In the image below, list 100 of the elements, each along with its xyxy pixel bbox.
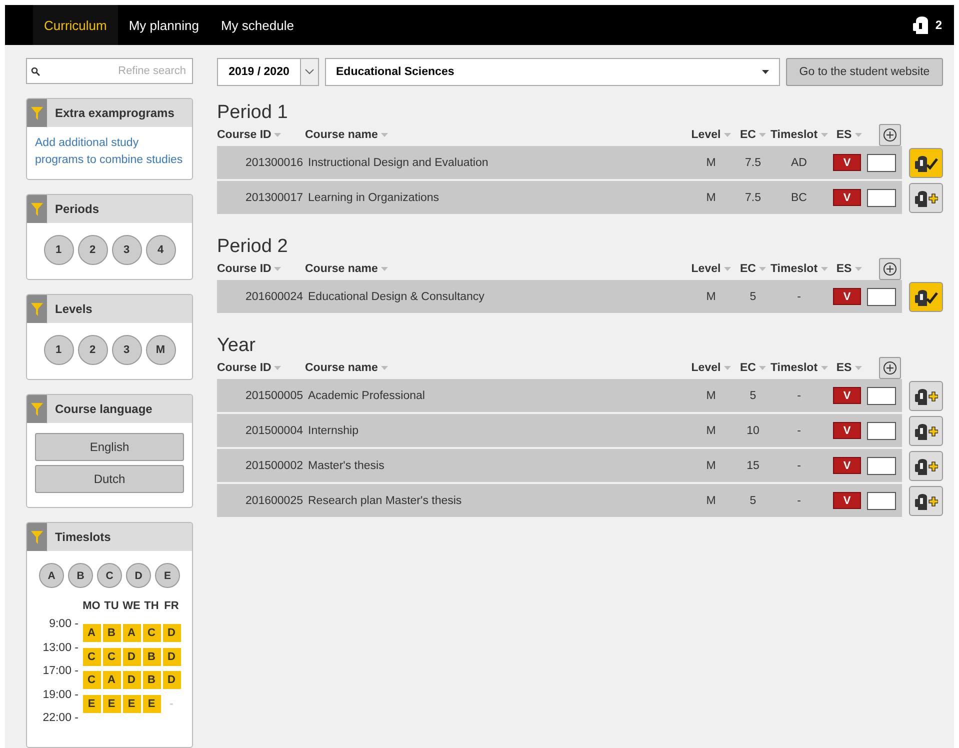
program-select[interactable]: Educational Sciences <box>325 58 780 86</box>
filter-option[interactable]: 3 <box>112 335 142 365</box>
timeslot-cell: D <box>162 624 180 642</box>
column-header[interactable]: EC <box>740 263 756 275</box>
column-header[interactable]: Timeslot <box>770 263 818 275</box>
plan-button[interactable] <box>909 182 943 212</box>
nav-tab[interactable]: My schedule <box>210 5 305 45</box>
column-header[interactable]: ES <box>836 129 852 141</box>
column-header[interactable]: Timeslot <box>770 362 818 374</box>
column-header[interactable]: Course ID <box>217 129 272 141</box>
course-level: M <box>705 290 717 302</box>
column-header[interactable]: EC <box>740 362 756 374</box>
filter-option[interactable]: C <box>97 563 122 588</box>
filter-option[interactable]: 2 <box>78 335 108 365</box>
student-website-button[interactable]: Go to the student website <box>786 58 943 86</box>
filter-option[interactable]: 2 <box>78 235 108 265</box>
filter-option[interactable]: M <box>146 335 176 365</box>
nav-tab[interactable]: My planning <box>118 5 210 45</box>
timeslot-cell: B <box>142 671 160 689</box>
checkbox[interactable] <box>867 188 896 206</box>
course-timeslot: BC <box>790 192 808 204</box>
day-label: TU <box>103 600 120 612</box>
add-column-button[interactable] <box>879 258 901 280</box>
column-header[interactable]: EC <box>740 129 756 141</box>
search-field[interactable]: Refine search <box>26 58 193 84</box>
course-id: 201600024 <box>244 290 303 302</box>
course-ec: 5 <box>748 390 758 402</box>
course-level: M <box>705 460 717 472</box>
plan-button[interactable] <box>909 148 943 178</box>
column-header[interactable]: Course name <box>305 129 378 141</box>
language-button[interactable]: Dutch <box>35 465 184 493</box>
add-column-button[interactable] <box>879 357 901 379</box>
course-row[interactable]: 201500002 Master's thesis M 15 - V <box>217 449 902 482</box>
checkbox[interactable] <box>867 492 896 510</box>
course-row[interactable]: 201300016 Instructional Design and Evaluation M 7.5 AD V <box>217 146 902 179</box>
course-level: M <box>705 192 717 204</box>
course-id: 201500004 <box>244 424 303 436</box>
course-level: M <box>705 424 717 436</box>
course-row[interactable]: 201600025 Research plan Master's thesis M 5 - V <box>217 484 902 517</box>
column-header[interactable]: Course ID <box>217 362 272 374</box>
language-button[interactable]: English <box>35 433 184 461</box>
course-ec: 15 <box>746 460 760 472</box>
plan-button[interactable] <box>909 450 943 480</box>
filter-option[interactable]: D <box>126 563 151 588</box>
checkbox[interactable] <box>867 422 896 440</box>
card-title: Periods <box>54 202 100 216</box>
filter-option[interactable]: 4 <box>146 235 176 265</box>
filter-option[interactable]: 1 <box>44 335 74 365</box>
course-row[interactable]: 201500004 Internship M 10 - V <box>217 414 902 447</box>
column-header[interactable]: Level <box>691 362 721 374</box>
plus-circle-icon <box>883 128 897 142</box>
column-header[interactable]: Timeslot <box>770 129 818 141</box>
checkbox[interactable] <box>867 154 896 172</box>
course-level: M <box>705 156 717 168</box>
course-name: Academic Professional <box>307 390 426 402</box>
course-level: M <box>705 494 717 506</box>
column-header[interactable]: Level <box>691 263 721 275</box>
plan-button[interactable] <box>909 486 943 516</box>
checkbox[interactable] <box>867 456 896 474</box>
timeslot-cell: E <box>102 694 120 712</box>
course-row[interactable]: 201300017 Learning in Organizations M 7.5 BC V <box>217 181 902 214</box>
course-row[interactable]: 201500005 Academic Professional M 5 - V <box>217 379 902 412</box>
course-name: Educational Design & Consultancy <box>307 290 486 302</box>
add-programs-link[interactable]: Add additional study programs to combine studies <box>35 135 184 169</box>
course-row[interactable]: 201600024 Educational Design & Consultancy M 5 - V <box>217 280 902 313</box>
chevron-down-icon <box>305 69 314 75</box>
filter-icon <box>31 402 43 416</box>
course-ec: 7.5 <box>744 156 762 168</box>
nav-tab[interactable]: Curriculum <box>33 5 118 45</box>
checkbox[interactable] <box>867 386 896 404</box>
filter-option[interactable]: B <box>68 563 93 588</box>
filter-icon <box>31 530 43 544</box>
timeslot-cell: B <box>102 624 120 642</box>
column-header[interactable]: ES <box>836 263 852 275</box>
column-header[interactable]: Course name <box>305 362 378 374</box>
column-header[interactable]: Course ID <box>217 263 272 275</box>
filter-option[interactable]: A <box>39 563 64 588</box>
year-select[interactable]: 2019 / 2020 <box>217 58 319 86</box>
column-header[interactable]: ES <box>836 362 852 374</box>
timeslot-cell: B <box>142 648 160 666</box>
timeslot-cell: C <box>102 648 120 666</box>
course-id: 201500005 <box>244 390 303 402</box>
timeslot-cell: D <box>162 648 180 666</box>
timeslot-cell: E <box>122 694 140 712</box>
search-input[interactable]: Refine search <box>40 64 188 78</box>
course-ec: 10 <box>746 424 760 436</box>
filter-option[interactable]: E <box>155 563 180 588</box>
course-id: 201300017 <box>244 192 303 204</box>
filter-option[interactable]: 1 <box>44 235 74 265</box>
filter-option[interactable]: 3 <box>112 235 142 265</box>
exam-status-badge: V <box>833 288 861 305</box>
empty-slot: - <box>162 694 180 712</box>
plan-button[interactable] <box>909 282 943 312</box>
add-column-button[interactable] <box>879 124 901 146</box>
column-header[interactable]: Course name <box>305 263 378 275</box>
plan-button[interactable] <box>909 380 943 410</box>
checkbox[interactable] <box>867 288 896 306</box>
plan-button[interactable] <box>909 416 943 446</box>
column-header[interactable]: Level <box>691 129 721 141</box>
plus-circle-icon <box>883 262 897 276</box>
